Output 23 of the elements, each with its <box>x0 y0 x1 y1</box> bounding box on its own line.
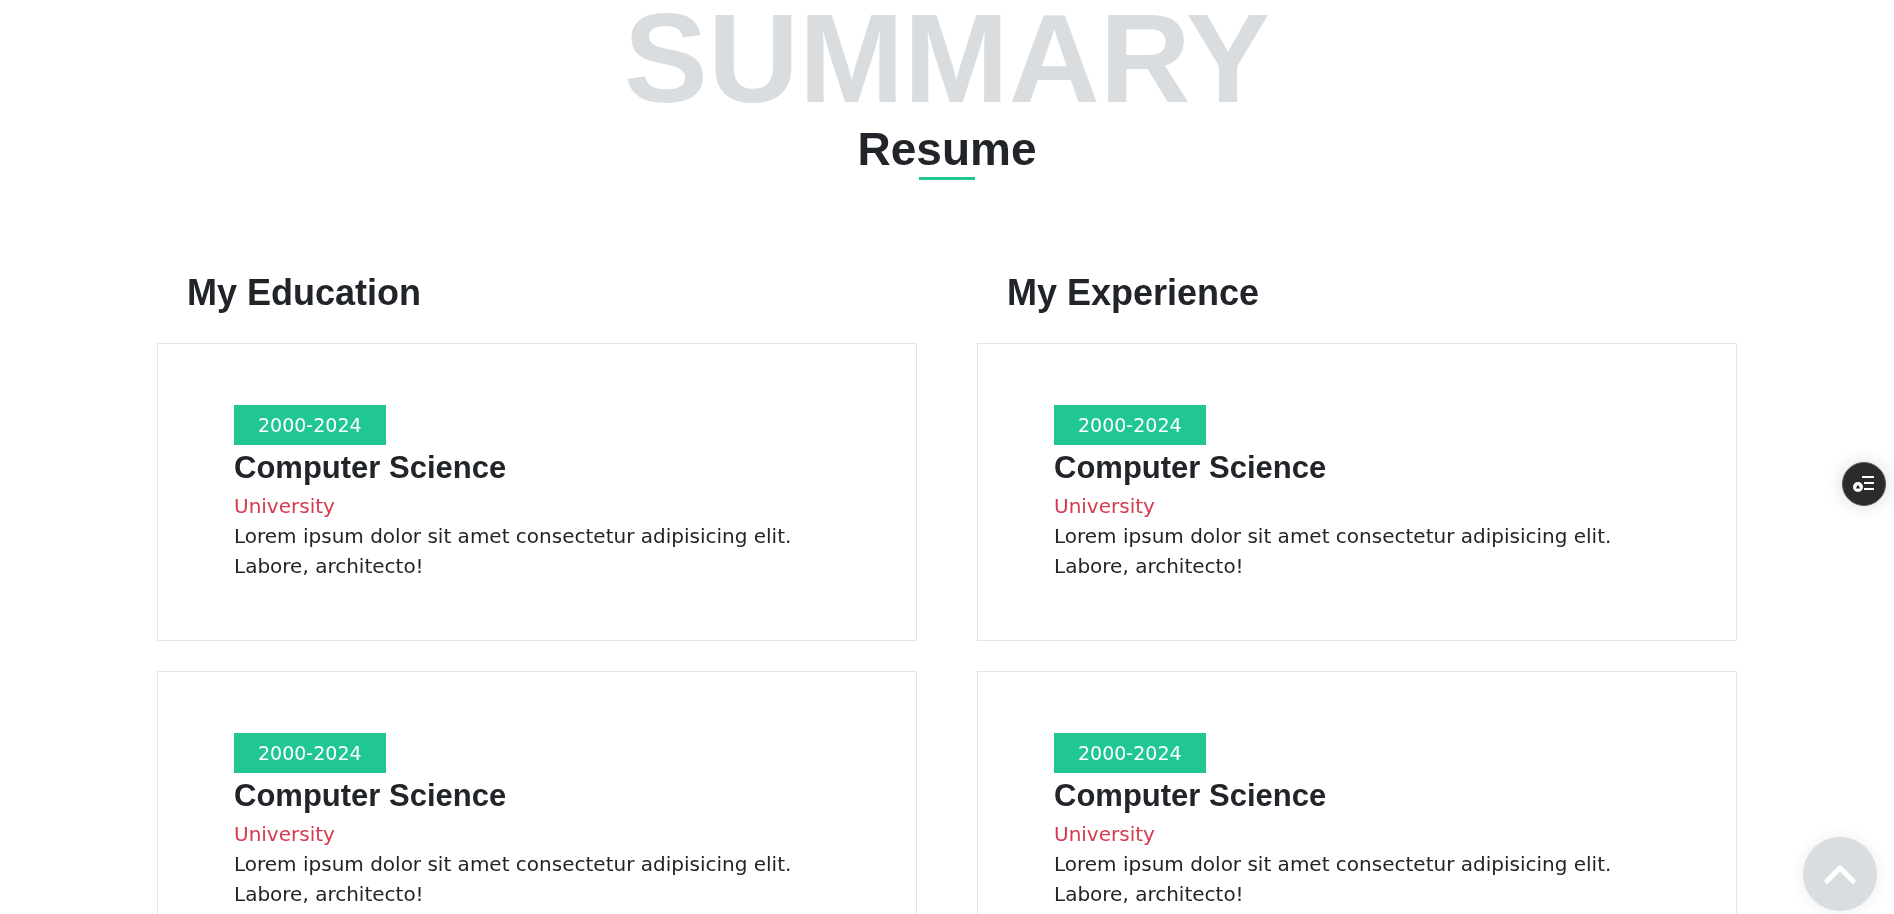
entry-title: Computer Science <box>1054 452 1327 483</box>
section-title: Resume <box>857 126 1037 172</box>
entry-title: Computer Science <box>1054 780 1327 811</box>
entry-subtitle: University <box>1054 821 1155 848</box>
title-underline <box>919 177 975 180</box>
entry-description: Lorem ipsum dolor sit amet consectetur adipisicing elit. Labore, architecto! <box>1054 523 1613 580</box>
list-with-circle-icon <box>1853 475 1875 493</box>
chevron-up-icon <box>1824 864 1856 884</box>
floating-menu-button[interactable] <box>1842 462 1886 506</box>
date-tag: 2000-2024 <box>1054 733 1206 773</box>
date-tag: 2000-2024 <box>234 733 386 773</box>
entry-subtitle: University <box>234 821 335 848</box>
entry-title: Computer Science <box>234 780 507 811</box>
entry-description: Lorem ipsum dolor sit amet consectetur adipisicing elit. Labore, architecto! <box>1054 851 1613 908</box>
entry-title: Computer Science <box>234 452 507 483</box>
entry-description: Lorem ipsum dolor sit amet consectetur adipisicing elit. Labore, architecto! <box>234 523 793 580</box>
entry-description: Lorem ipsum dolor sit amet consectetur adipisicing elit. Labore, architecto! <box>234 851 793 908</box>
date-tag: 2000-2024 <box>1054 405 1206 445</box>
entry-subtitle: University <box>1054 493 1155 520</box>
entry-subtitle: University <box>234 493 335 520</box>
column-heading: My Education <box>187 275 423 311</box>
date-tag: 2000-2024 <box>234 405 386 445</box>
column-heading: My Experience <box>1007 275 1261 311</box>
